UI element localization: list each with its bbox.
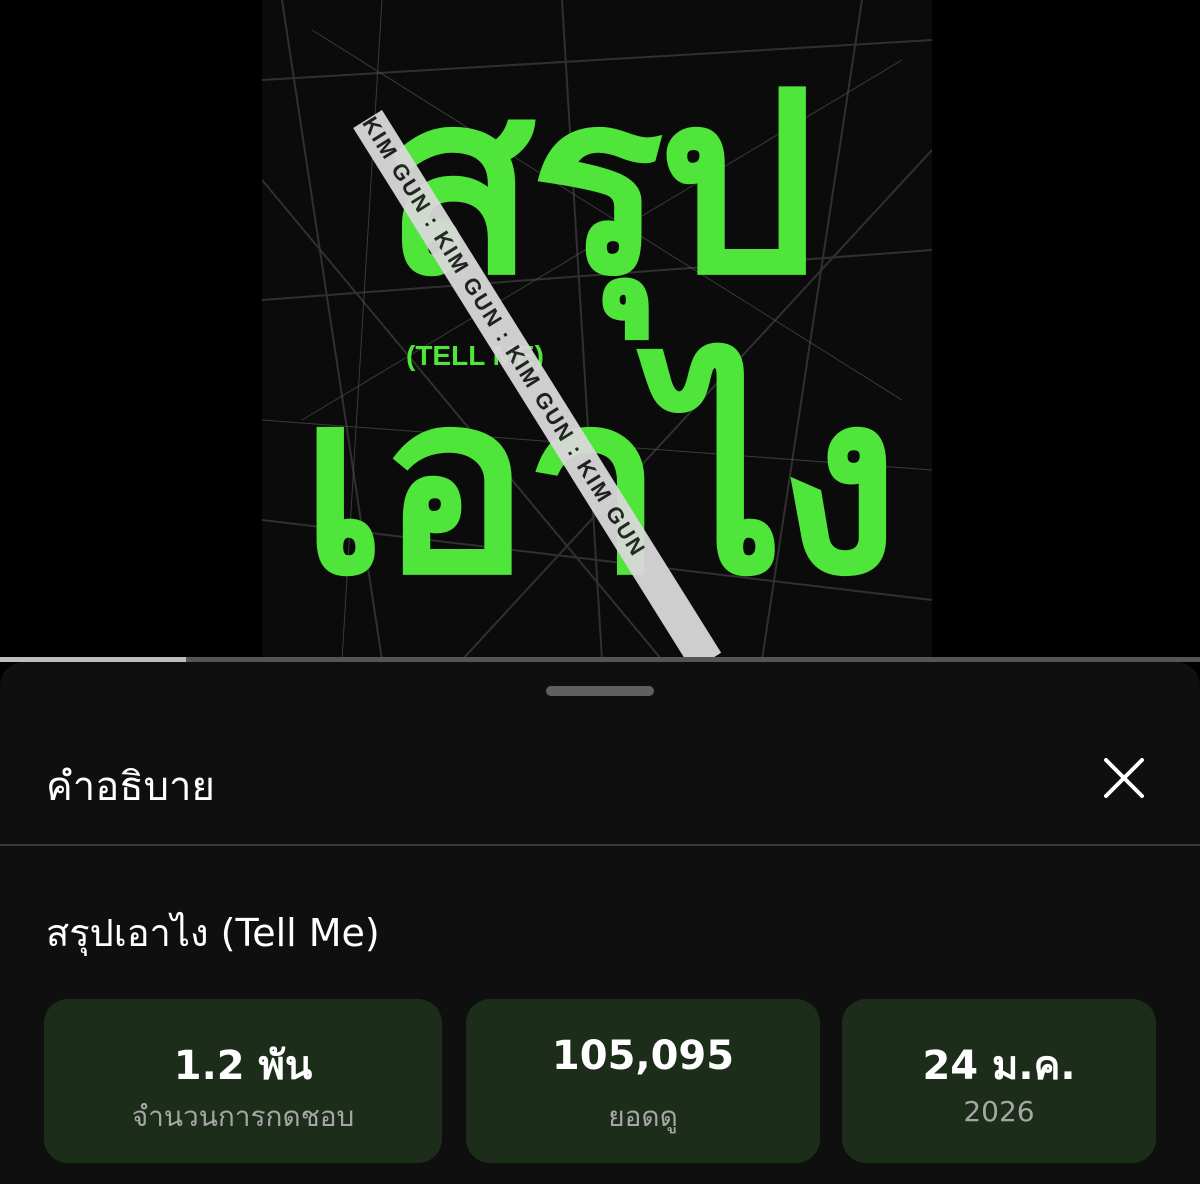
drag-handle[interactable] xyxy=(546,686,654,696)
close-icon xyxy=(1104,758,1144,798)
thumbnail-title-line1: สรุป xyxy=(383,39,817,330)
divider xyxy=(0,844,1200,846)
views-stat-card: 105,095 ยอดดู xyxy=(466,999,820,1163)
views-count: 105,095 xyxy=(551,1033,735,1079)
video-title: สรุปเอาไง (Tell Me) xyxy=(46,911,380,955)
video-thumbnail: สรุป (TELL ME) เอาไง KIM GUN : KIM GUN :… xyxy=(262,0,932,660)
publish-year: 2026 xyxy=(963,1095,1035,1128)
likes-label: จำนวนการกดชอบ xyxy=(131,1100,355,1133)
views-label: ยอดดู xyxy=(608,1100,678,1133)
description-sheet: คำอธิบาย สรุปเอาไง (Tell Me) 1.2 พัน จำน… xyxy=(0,662,1200,1184)
likes-count: 1.2 พัน xyxy=(173,1043,313,1089)
close-button[interactable] xyxy=(1096,750,1152,806)
date-stat-card: 24 ม.ค. 2026 xyxy=(842,999,1156,1163)
likes-stat-card: 1.2 พัน จำนวนการกดชอบ xyxy=(44,999,442,1163)
sheet-title: คำอธิบาย xyxy=(46,764,215,810)
video-player[interactable]: สรุป (TELL ME) เอาไง KIM GUN : KIM GUN :… xyxy=(0,0,1200,660)
publish-date: 24 ม.ค. xyxy=(922,1043,1076,1089)
